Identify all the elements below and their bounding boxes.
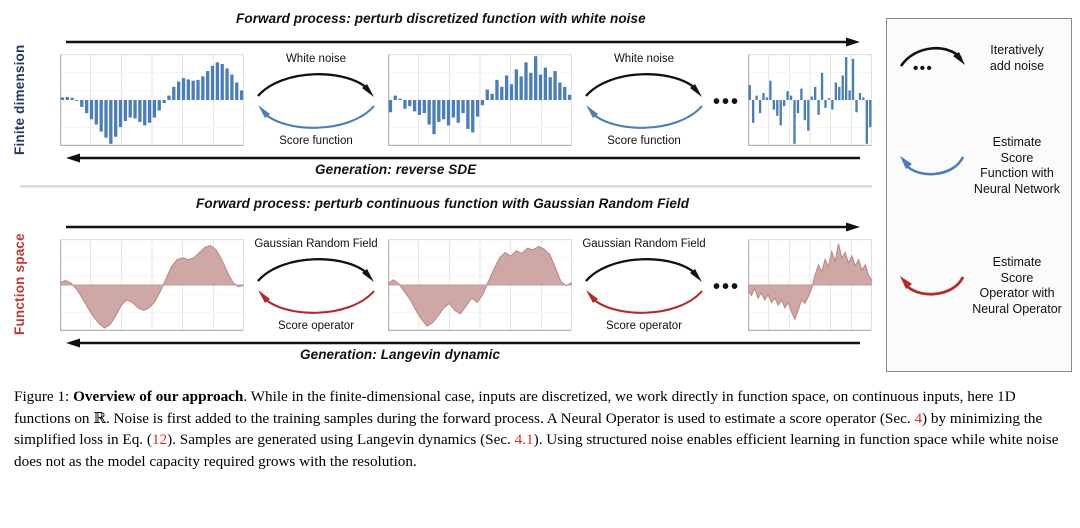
connector-bottom-2-label-top: Gaussian Random Field [582,238,706,250]
black-arc-arrow-with-dots-icon: ••• [895,39,969,79]
reverse-caption-bottom: Generation: Langevin dynamic [300,347,501,362]
caption-blackboard-r: ℝ [93,408,106,427]
connector-bottom-2: Gaussian Random Field Score operator [580,238,708,332]
blue-arc-arrow-left-icon [895,149,969,183]
chart-panel-top-left [60,54,244,146]
connector-bottom-1-label-bottom: Score operator [277,320,355,332]
caption-ref-sec4[interactable]: 4 [914,410,922,427]
connector-top-2-label-top: White noise [613,53,675,65]
caption-ref-sec41[interactable]: 4.1 [515,431,534,448]
chart-panel-top-right [748,54,872,146]
connector-top-2-arcs [585,73,703,129]
legend-item-1-label: Estimate Score Function with Neural Netw… [973,135,1061,196]
connector-top-1-arcs [257,73,375,129]
connector-bottom-2-arcs [585,258,703,314]
legend-item-2-label: Estimate Score Operator with Neural Oper… [972,255,1062,316]
caption-part4: ). Samples are generated using Langevin … [167,431,515,449]
chart-top-left [60,54,244,146]
ellipsis-bottom: ••• [713,276,741,298]
connector-bottom-1-label-top: Gaussian Random Field [254,238,378,250]
chart-top-middle [388,54,572,146]
connector-top-1: White noise Score function [252,53,380,147]
chart-top-right [748,54,872,146]
connector-bottom-1-arcs [257,258,375,314]
red-arc-arrow-left-icon [895,269,969,303]
forward-arrow-bottom [66,222,860,232]
caption-figure-label: Figure 1: [14,388,70,405]
forward-arrow-top [66,37,860,47]
connector-top-2-label-bottom: Score function [607,135,681,147]
forward-caption-bottom: Forward process: perturb continuous func… [196,196,690,211]
caption-bold-title: Overview of our approach [73,388,244,405]
caption-part2: . Noise is first added to the training s… [105,409,915,427]
reverse-caption-top: Generation: reverse SDE [315,162,477,177]
axis-label-finite-dimension: Finite dimension [12,44,27,156]
legend-item-iteratively-add-noise: ••• Iteratively add noise [895,39,1065,79]
connector-top-2: White noise Score function [580,53,708,147]
ellipsis-top: ••• [713,91,741,113]
legend-item-0-label: Iteratively add noise [989,43,1045,73]
chart-bottom-right [748,239,872,331]
chart-panel-bottom-middle [388,239,572,331]
axis-label-function-space: Function space [12,233,27,335]
legend-item-estimate-score-operator: Estimate Score Operator with Neural Oper… [895,255,1065,318]
legend-dots: ••• [913,60,934,77]
connector-bottom-1: Gaussian Random Field Score operator [252,238,380,332]
legend-item-estimate-score-function: Estimate Score Function with Neural Netw… [895,135,1065,198]
caption-ref-eq12[interactable]: 12 [152,431,167,448]
chart-panel-bottom-right [748,239,872,331]
figure-caption: Figure 1: Overview of our approach. Whil… [14,386,1066,472]
row-divider [20,185,872,188]
chart-bottom-middle [388,239,572,331]
connector-top-1-label-top: White noise [285,53,347,65]
forward-caption-top: Forward process: perturb discretized fun… [236,11,646,26]
connector-bottom-2-label-bottom: Score operator [605,320,683,332]
legend-box: ••• Iteratively add noise Estimate Score… [886,18,1072,372]
chart-bottom-left [60,239,244,331]
chart-panel-top-middle [388,54,572,146]
connector-top-1-label-bottom: Score function [279,135,353,147]
chart-panel-bottom-left [60,239,244,331]
figure-root: Finite dimension Forward process: pertur… [0,0,1080,528]
